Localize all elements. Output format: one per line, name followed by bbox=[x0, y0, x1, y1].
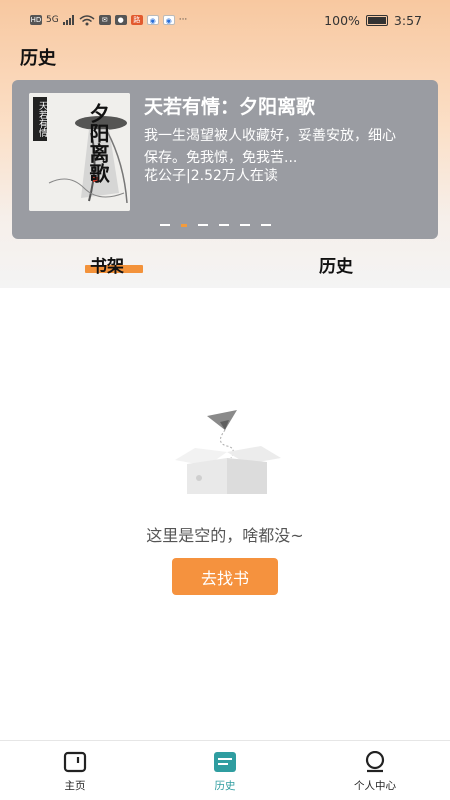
nav-item-history[interactable]: 历史 bbox=[150, 741, 300, 800]
5g-icon: 5G bbox=[46, 15, 59, 25]
nav-item-home[interactable]: 主页 bbox=[0, 741, 150, 800]
tab-bar: 书架 历史 bbox=[0, 246, 450, 284]
app-icon: ◉ bbox=[162, 15, 175, 25]
carousel-indicator bbox=[160, 224, 271, 227]
hd-icon: HD bbox=[30, 15, 42, 25]
carousel-dot[interactable] bbox=[219, 224, 229, 226]
empty-state-message: 这里是空的，啥都没~ bbox=[146, 526, 304, 545]
carousel-dot-active[interactable] bbox=[181, 224, 187, 227]
profile-icon bbox=[365, 751, 385, 773]
nav-label-profile: 个人中心 bbox=[354, 780, 396, 792]
nav-item-profile[interactable]: 个人中心 bbox=[300, 741, 450, 800]
history-book-icon bbox=[214, 752, 236, 772]
cover-series-label: 天若有情 bbox=[33, 97, 47, 141]
content-area: 这里是空的，啥都没~ 去找书 bbox=[0, 288, 450, 740]
status-bar: HD 5G ✉ ● 路 ◉ ◉ ··· 100% 3:57 bbox=[0, 0, 450, 40]
find-books-button[interactable]: 去找书 bbox=[172, 558, 278, 595]
carousel-dot[interactable] bbox=[198, 224, 208, 226]
page-title: 历史 bbox=[20, 48, 56, 69]
nav-label-history: 历史 bbox=[214, 780, 236, 792]
banner-book-meta: 花公子|2.52万人在读 bbox=[144, 168, 278, 184]
empty-box-icon bbox=[175, 410, 281, 494]
book-cover[interactable]: 天若有情 夕阳离歌 bbox=[29, 93, 130, 211]
banner-book-title[interactable]: 天若有情：夕阳离歌 bbox=[144, 92, 315, 119]
app-icon: ● bbox=[114, 15, 127, 25]
signal-icon bbox=[62, 15, 74, 25]
status-left-icons: HD 5G ✉ ● 路 ◉ ◉ ··· bbox=[30, 14, 188, 26]
clock: 3:57 bbox=[393, 12, 422, 28]
nav-label-home: 主页 bbox=[64, 780, 86, 792]
carousel-dot[interactable] bbox=[261, 224, 271, 226]
carousel-dot[interactable] bbox=[240, 224, 250, 226]
status-right: 100% 3:57 bbox=[324, 13, 422, 28]
featured-book-banner[interactable]: 天若有情 夕阳离歌 天若有情：夕阳离歌 我一生渴望被人收藏好，妥善安放，细心保存… bbox=[12, 80, 438, 239]
tab-history[interactable]: 历史 bbox=[319, 252, 353, 277]
battery-icon bbox=[365, 14, 388, 26]
battery-percent: 100% bbox=[324, 12, 360, 28]
bottom-navigation: 主页 历史 个人中心 bbox=[0, 740, 450, 800]
mail-icon: ✉ bbox=[98, 15, 111, 25]
wifi-icon bbox=[79, 14, 95, 25]
carousel-dot[interactable] bbox=[160, 224, 170, 226]
home-icon bbox=[63, 751, 87, 773]
tab-bookshelf[interactable]: 书架 bbox=[90, 252, 124, 277]
banner-book-description: 我一生渴望被人收藏好，妥善安放，细心保存。免我惊，免我苦... bbox=[144, 128, 396, 166]
app-icon: 路 bbox=[130, 15, 143, 25]
app-icon: ◉ bbox=[146, 15, 159, 25]
cover-title: 夕阳离歌 bbox=[86, 103, 110, 183]
more-icon: ··· bbox=[178, 15, 188, 25]
